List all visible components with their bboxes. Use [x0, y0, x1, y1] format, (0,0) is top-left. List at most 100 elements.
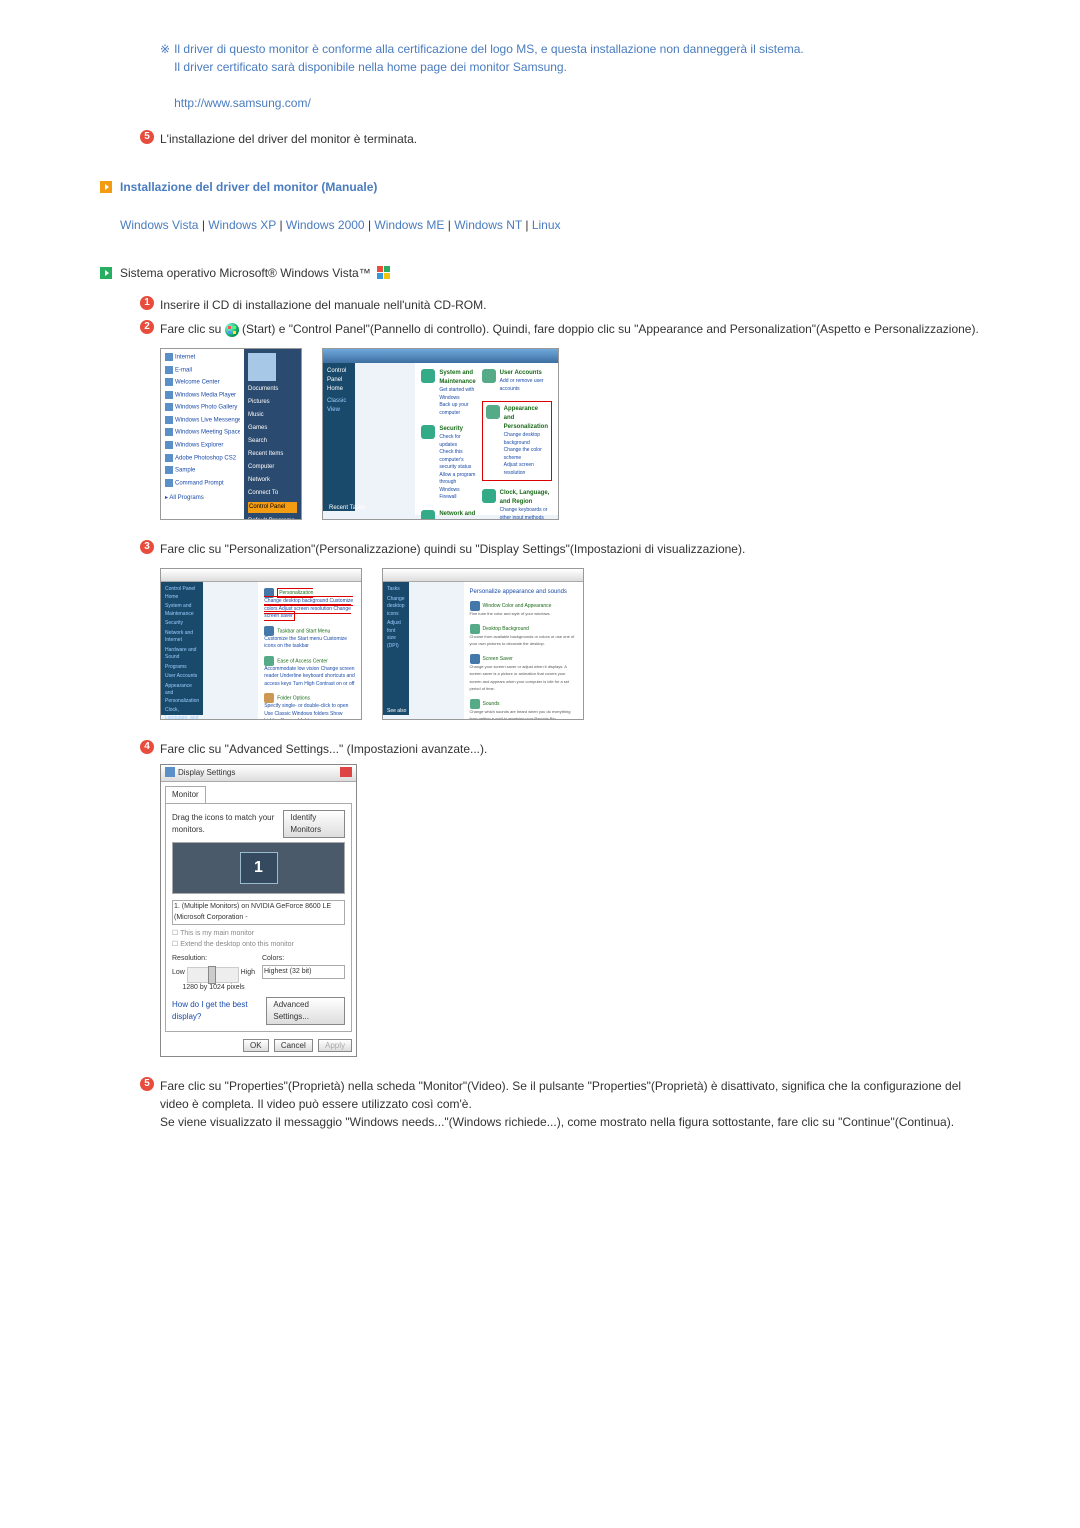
category-icon	[486, 405, 500, 419]
monitor-select[interactable]: 1. (Multiple Monitors) on NVIDIA GeForce…	[172, 900, 345, 925]
link-icon	[470, 624, 480, 634]
best-display-link[interactable]: How do I get the best display?	[172, 999, 266, 1023]
screenshot-personalization: Tasks Change desktop iconsAdjust font siz…	[382, 568, 584, 720]
ds-window-icon	[165, 767, 175, 777]
bullet-3-icon: 3	[140, 540, 154, 554]
appearance-sidebar-item[interactable]: System and Maintenance	[165, 603, 199, 618]
appearance-link[interactable]: PersonalizationChange desktop background…	[264, 588, 355, 621]
appearance-sidebar-item[interactable]: Appearance and Personalization	[165, 683, 199, 706]
start-menu-item[interactable]: Windows Live Messenger Download	[165, 416, 240, 426]
link-linux[interactable]: Linux	[532, 218, 561, 232]
category-icon	[421, 425, 435, 439]
start-menu-item[interactable]: Windows Explorer	[165, 441, 240, 451]
pers-sidebar-item[interactable]: Change desktop icons	[387, 596, 405, 619]
start-right-item[interactable]: Computer	[248, 463, 297, 472]
start-right-item[interactable]: Control Panel	[248, 502, 297, 513]
personalization-link[interactable]: Desktop BackgroundChoose from available …	[470, 624, 577, 649]
app-icon	[165, 391, 173, 399]
appearance-sidebar-item[interactable]: Network and Internet	[165, 630, 199, 645]
appearance-sidebar-item[interactable]: Clock, Language, and Region	[165, 707, 199, 720]
link-icon	[264, 626, 274, 636]
appearance-sidebar-item[interactable]: Programs	[165, 664, 199, 672]
start-menu-item[interactable]: Internet	[165, 353, 240, 363]
screenshot-appearance: Control Panel Home System and Maintenance…	[160, 568, 362, 720]
screenshot-control-panel: Control Panel Home Classic View Recent T…	[322, 348, 559, 520]
cp-home: Control Panel Home	[327, 367, 351, 394]
cp-category[interactable]: User AccountsAdd or remove user accounts	[482, 369, 552, 393]
resolution-label: Resolution:	[172, 954, 255, 965]
link-xp[interactable]: Windows XP	[208, 218, 276, 232]
samsung-link[interactable]: http://www.samsung.com/	[174, 94, 804, 112]
personalization-link[interactable]: SoundsChange which sounds are heard when…	[470, 699, 577, 721]
start-right-item[interactable]: Games	[248, 424, 297, 433]
step5b: Se viene visualizzato il messaggio "Wind…	[160, 1115, 954, 1129]
category-icon	[421, 510, 435, 521]
appearance-link[interactable]: Taskbar and Start MenuCustomize the Star…	[264, 626, 355, 651]
chk-extend-desktop[interactable]: Extend the desktop onto this monitor	[180, 941, 294, 948]
appearance-sidebar-item[interactable]: Security	[165, 620, 199, 628]
link-2000[interactable]: Windows 2000	[286, 218, 365, 232]
note-marker-icon: ※	[160, 40, 170, 112]
link-vista[interactable]: Windows Vista	[120, 218, 198, 232]
chk-main-monitor[interactable]: This is my main monitor	[180, 930, 254, 937]
pers-sidebar-item[interactable]: Tasks	[387, 586, 405, 594]
start-right-item[interactable]: Music	[248, 411, 297, 420]
appearance-link[interactable]: Ease of Access CenterAccommodate low vis…	[264, 656, 355, 689]
app-icon	[165, 416, 173, 424]
start-menu-item[interactable]: Command Prompt	[165, 479, 240, 489]
start-right-item[interactable]: Connect To	[248, 489, 297, 498]
start-menu-item[interactable]: Windows Media Player	[165, 391, 240, 401]
apply-button[interactable]: Apply	[318, 1039, 352, 1052]
cp-category[interactable]: System and MaintenanceGet started with W…	[421, 369, 475, 417]
advanced-settings-button[interactable]: Advanced Settings...	[266, 997, 345, 1025]
cancel-button[interactable]: Cancel	[274, 1039, 313, 1052]
ok-button[interactable]: OK	[243, 1039, 269, 1052]
appearance-sidebar-item[interactable]: User Accounts	[165, 673, 199, 681]
colors-select[interactable]: Highest (32 bit)	[262, 965, 345, 980]
start-menu-item[interactable]: Windows Meeting Space	[165, 428, 240, 438]
link-me[interactable]: Windows ME	[374, 218, 444, 232]
step5-top-text: L'installazione del driver del monitor è…	[160, 130, 980, 148]
step3-text: Fare clic su "Personalization"(Personali…	[160, 540, 980, 558]
app-icon	[165, 353, 173, 361]
user-avatar-icon	[248, 353, 276, 381]
start-right-item[interactable]: Documents	[248, 385, 297, 394]
note-line1: Il driver di questo monitor è conforme a…	[174, 40, 804, 58]
identify-monitors-button[interactable]: Identify Monitors	[283, 810, 345, 838]
start-right-item[interactable]: Search	[248, 437, 297, 446]
windows-flag-icon	[377, 266, 391, 280]
appearance-sidebar-item[interactable]: Hardware and Sound	[165, 647, 199, 662]
link-icon	[264, 693, 274, 703]
personalization-link[interactable]: Screen SaverChange your screen saver or …	[470, 654, 577, 694]
screenshot-row-2: Control Panel Home System and Maintenance…	[160, 568, 980, 720]
start-menu-item[interactable]: Welcome Center	[165, 378, 240, 388]
personalization-link[interactable]: Window Color and AppearanceFine tune the…	[470, 601, 577, 619]
appearance-sidebar-item[interactable]: Control Panel Home	[165, 586, 199, 601]
bullet-1-icon: 1	[140, 296, 154, 310]
cp-category[interactable]: Appearance and PersonalizationChange des…	[482, 401, 552, 481]
monitor-1-icon[interactable]: 1	[240, 852, 278, 884]
start-menu-item[interactable]: Adobe Photoshop CS2	[165, 454, 240, 464]
resolution-slider[interactable]	[187, 967, 239, 983]
bullet-4-icon: 4	[140, 740, 154, 754]
cp-category[interactable]: Network and InternetView network status …	[421, 510, 475, 521]
start-right-item[interactable]: Default Programs	[248, 517, 297, 520]
start-right-item[interactable]: Recent Items	[248, 450, 297, 459]
all-programs[interactable]: ▸ All Programs	[165, 494, 240, 503]
close-icon[interactable]	[340, 767, 352, 777]
pers-sidebar-item[interactable]: Adjust font size (DPI)	[387, 620, 405, 650]
cp-category[interactable]: SecurityCheck for updatesCheck this comp…	[421, 425, 475, 502]
arrow-right-icon	[100, 181, 112, 193]
start-menu-item[interactable]: Windows Photo Gallery	[165, 403, 240, 413]
start-right-item[interactable]: Network	[248, 476, 297, 485]
start-right-item[interactable]: Pictures	[248, 398, 297, 407]
link-nt[interactable]: Windows NT	[454, 218, 522, 232]
res-low: Low	[172, 968, 185, 979]
cp-category[interactable]: Clock, Language, and RegionChange keyboa…	[482, 489, 552, 520]
ds-monitor-preview[interactable]: 1	[172, 842, 345, 894]
appearance-link[interactable]: Folder OptionsSpecify single- or double-…	[264, 693, 355, 720]
step2-text: Fare clic su (Start) e "Control Panel"(P…	[160, 320, 980, 338]
ds-tab-monitor[interactable]: Monitor	[165, 786, 206, 803]
start-menu-item[interactable]: E-mail	[165, 366, 240, 376]
start-menu-item[interactable]: Sample	[165, 466, 240, 476]
